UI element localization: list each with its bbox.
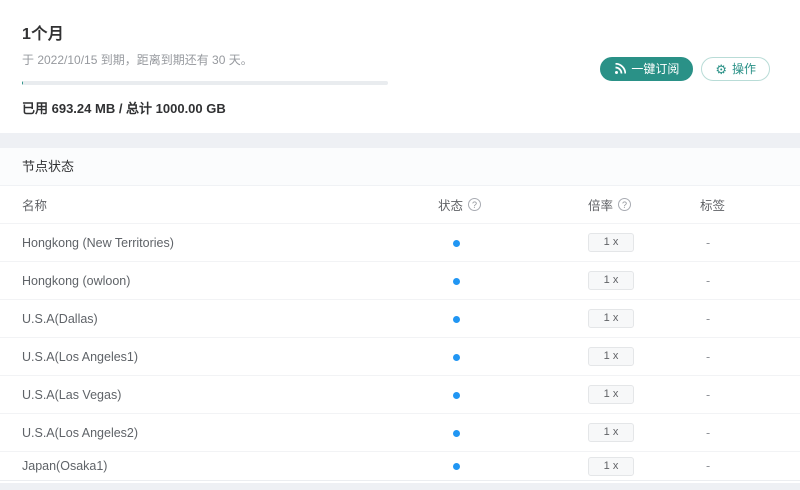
table-header-row: 名称 状态 ? 倍率 ? 标签 (0, 186, 800, 224)
table-row: Hongkong (New Territories) 1 x - (0, 224, 800, 262)
rate-badge: 1 x (588, 347, 634, 366)
rate-badge: 1 x (588, 385, 634, 404)
column-header-rate: 倍率 ? (588, 195, 700, 214)
table-row: U.S.A(Las Vegas) 1 x - (0, 376, 800, 414)
status-dot-online (453, 315, 460, 323)
section-gap (0, 133, 800, 148)
rate-badge: 1 x (588, 233, 634, 252)
plan-actions: 一键订阅 ⚙ 操作 (600, 57, 770, 81)
column-header-status-label: 状态 (438, 199, 464, 213)
status-dot-online (453, 391, 460, 399)
node-tags: - (706, 387, 711, 402)
node-tags: - (706, 425, 711, 440)
status-dot-online (453, 463, 460, 470)
column-header-tags: 标签 (700, 199, 726, 213)
table-row: Hongkong (owloon) 1 x - (0, 262, 800, 300)
node-name: Hongkong (owloon) (22, 273, 131, 288)
action-button[interactable]: ⚙ 操作 (701, 57, 770, 81)
subscribe-button-label: 一键订阅 (631, 62, 680, 76)
node-tags: - (706, 349, 711, 364)
rate-badge: 1 x (588, 423, 634, 442)
node-tags: - (706, 235, 711, 250)
table-row: Japan(Osaka1) 1 x - (0, 452, 800, 481)
node-name: U.S.A(Los Angeles2) (22, 425, 139, 440)
node-name: U.S.A(Las Vegas) (22, 387, 122, 402)
gear-icon: ⚙ (715, 61, 727, 77)
node-name: U.S.A(Los Angeles1) (22, 349, 139, 364)
plan-title: 1个月 (22, 26, 65, 43)
table-row: U.S.A(Los Angeles2) 1 x - (0, 414, 800, 452)
rss-icon (614, 63, 627, 75)
plan-card: 1个月 于 2022/10/15 到期，距离到期还有 30 天。 已用 693.… (0, 0, 800, 133)
node-status-title: 节点状态 (0, 148, 800, 186)
rate-badge: 1 x (588, 456, 634, 476)
status-dot-online (453, 429, 460, 437)
column-header-name: 名称 (22, 199, 48, 213)
table-row: U.S.A(Los Angeles1) 1 x - (0, 338, 800, 376)
status-dot-online (453, 353, 460, 361)
status-dot-online (453, 277, 460, 285)
rate-help-icon[interactable]: ? (618, 198, 632, 211)
rate-badge: 1 x (588, 309, 634, 328)
status-help-icon[interactable]: ? (468, 198, 482, 211)
node-tags: - (706, 273, 711, 288)
action-button-label: 操作 (731, 62, 756, 76)
subscribe-button[interactable]: 一键订阅 (600, 57, 694, 81)
column-header-rate-label: 倍率 (588, 199, 614, 213)
table-row: U.S.A(Dallas) 1 x - (0, 300, 800, 338)
node-name: Japan(Osaka1) (22, 459, 108, 473)
usage-progress-bar (22, 81, 388, 85)
node-status-card: 节点状态 名称 状态 ? 倍率 ? 标签 Hongkong (New Terri… (0, 148, 800, 483)
node-tags: - (706, 311, 711, 326)
usage-text: 已用 693.24 MB / 总计 1000.00 GB (22, 101, 226, 116)
status-dot-online (453, 239, 460, 247)
column-header-status: 状态 ? (438, 195, 588, 214)
node-name: Hongkong (New Territories) (22, 235, 174, 250)
rate-badge: 1 x (588, 271, 634, 290)
node-tags: - (706, 459, 711, 473)
node-name: U.S.A(Dallas) (22, 311, 98, 326)
